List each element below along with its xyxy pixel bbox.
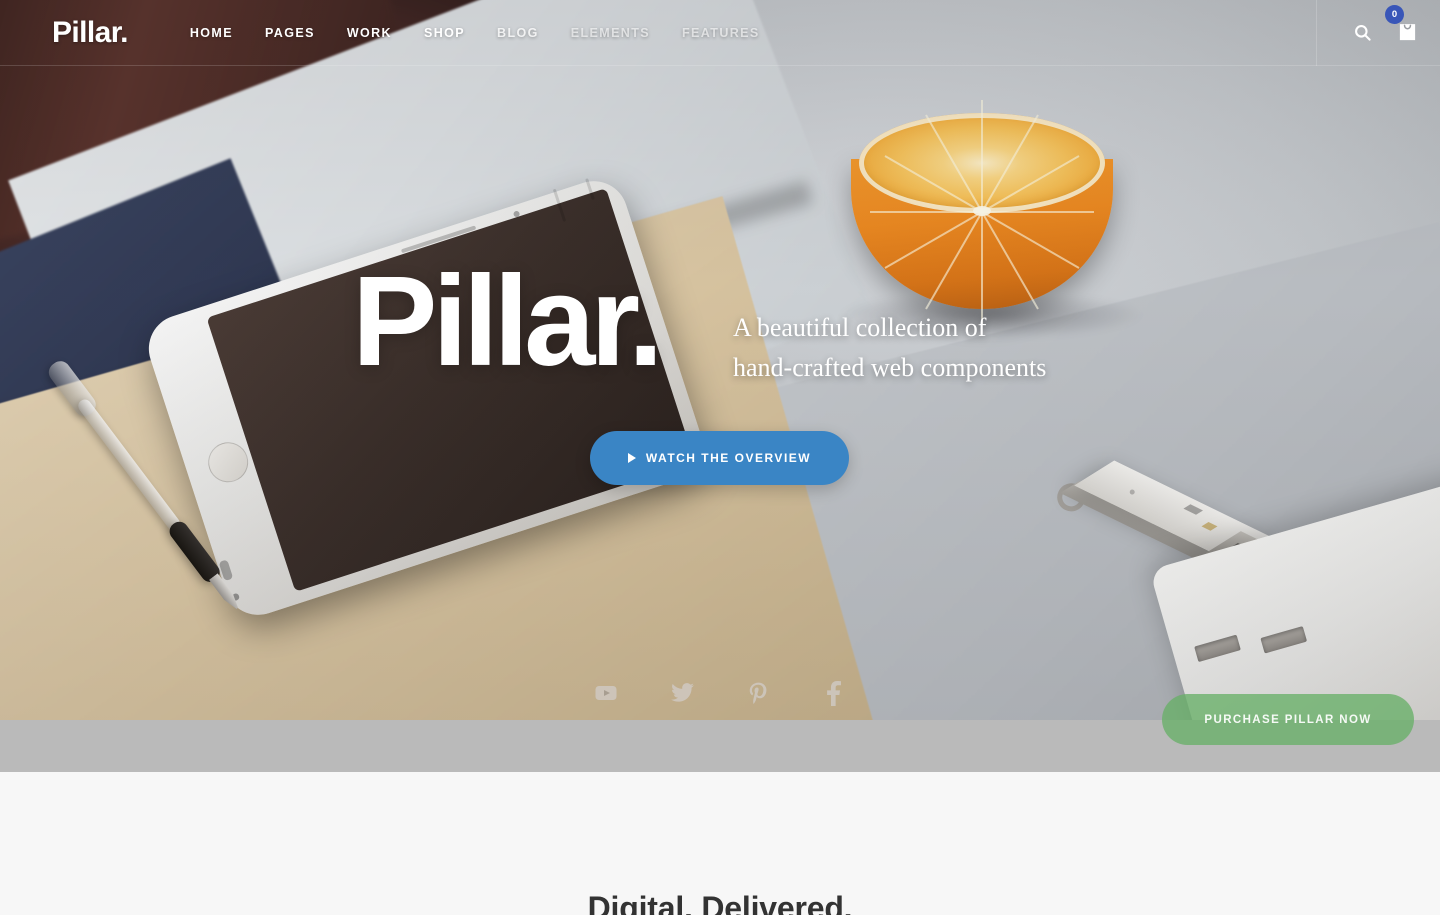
main-menu: HOME PAGES WORK SHOP BLOG ELEMENTS FEATU… [174, 26, 776, 40]
section-heading: Digital, Delivered. [587, 890, 853, 915]
cart-button[interactable]: 0 [1385, 5, 1418, 46]
nav-item-home[interactable]: HOME [174, 26, 249, 40]
top-navigation-bar: Pillar. HOME PAGES WORK SHOP BLOG ELEMEN… [0, 0, 1440, 66]
cart-count-badge: 0 [1385, 5, 1404, 24]
site-logo[interactable]: Pillar. [52, 17, 128, 48]
watch-overview-label: WATCH THE OVERVIEW [645, 451, 812, 465]
nav-item-elements[interactable]: ELEMENTS [555, 26, 666, 40]
nav-item-work[interactable]: WORK [331, 26, 408, 40]
search-icon[interactable] [1345, 23, 1379, 42]
nav-item-blog[interactable]: BLOG [481, 26, 555, 40]
intro-section: Digital, Delivered. [0, 772, 1440, 915]
watch-overview-button[interactable]: WATCH THE OVERVIEW [590, 431, 849, 485]
shopping-bag-icon [1397, 24, 1418, 45]
hero-tagline-line-1: A beautiful collection of [733, 313, 987, 342]
facebook-icon[interactable] [817, 676, 851, 710]
page-root: Pillar. A beautiful collection of hand-c… [0, 0, 1440, 915]
hero-tagline: A beautiful collection of hand-crafted w… [733, 308, 1046, 389]
nav-utilities: 0 [1316, 0, 1440, 66]
hero-wordmark: Pillar. [352, 250, 664, 393]
purchase-pillar-label: PURCHASE PILLAR NOW [1204, 713, 1372, 726]
hero-content: Pillar. A beautiful collection of hand-c… [0, 0, 1440, 720]
purchase-pillar-button[interactable]: PURCHASE PILLAR NOW [1162, 694, 1414, 745]
youtube-icon[interactable] [589, 676, 623, 710]
twitter-icon[interactable] [665, 676, 699, 710]
nav-item-features[interactable]: FEATURES [666, 26, 776, 40]
play-icon [627, 453, 636, 463]
nav-item-pages[interactable]: PAGES [249, 26, 331, 40]
hero-section: Pillar. A beautiful collection of hand-c… [0, 0, 1440, 720]
pinterest-icon[interactable] [741, 676, 775, 710]
nav-item-shop[interactable]: SHOP [408, 26, 481, 40]
hero-tagline-line-2: hand-crafted web components [733, 353, 1047, 383]
